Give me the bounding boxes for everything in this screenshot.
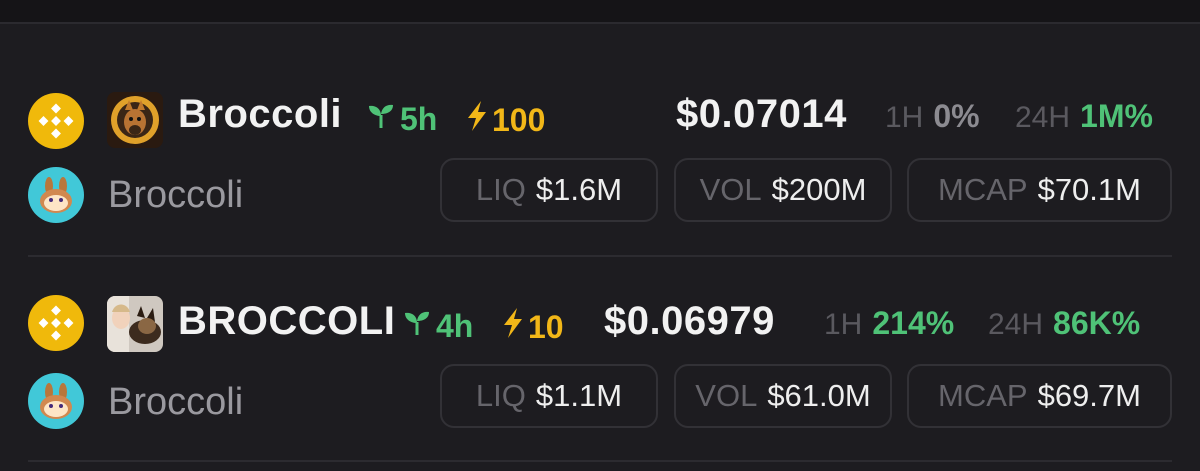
bnb-chain-icon xyxy=(28,93,84,149)
token-age-value: 5h xyxy=(400,100,438,137)
pancakeswap-icon xyxy=(28,373,84,429)
mcap-pill[interactable]: MCAP $70.1M xyxy=(907,158,1172,222)
token-row[interactable]: Broccoli 5h 100 $0.07014 1H 0% 24H 1M% B… xyxy=(0,70,1200,250)
change-24h-label: 24H xyxy=(1015,101,1071,134)
top-bar xyxy=(0,0,1200,24)
liq-value: $1.6M xyxy=(535,172,623,207)
vol-value: $200M xyxy=(771,172,867,207)
vol-label: VOL xyxy=(695,378,758,413)
token-age: 4h xyxy=(402,307,473,345)
change-24h: 24H 86K% xyxy=(988,305,1140,342)
token-boost-value: 10 xyxy=(528,308,564,345)
liq-label: LIQ xyxy=(475,172,526,207)
token-age: 5h xyxy=(366,100,437,138)
lightning-icon xyxy=(464,100,490,140)
change-1h-value: 0% xyxy=(933,98,980,134)
mcap-label: MCAP xyxy=(938,172,1028,207)
token-boost-value: 100 xyxy=(492,101,546,138)
token-boost[interactable]: 10 xyxy=(500,307,564,347)
vol-value: $61.0M xyxy=(767,378,871,413)
lightning-icon xyxy=(500,307,526,347)
sprout-icon xyxy=(366,100,396,138)
token-avatar xyxy=(107,92,163,148)
token-name[interactable]: Broccoli xyxy=(178,92,342,137)
change-1h: 1H 214% xyxy=(824,305,954,342)
liquidity-pill[interactable]: LIQ $1.6M xyxy=(440,158,658,222)
change-24h-label: 24H xyxy=(988,308,1044,341)
token-price: $0.07014 xyxy=(676,92,847,136)
change-1h-value: 214% xyxy=(872,305,955,341)
mcap-value: $70.1M xyxy=(1037,172,1141,207)
volume-pill[interactable]: VOL $200M xyxy=(674,158,892,222)
token-age-value: 4h xyxy=(436,307,474,344)
liquidity-pill[interactable]: LIQ $1.1M xyxy=(440,364,658,428)
change-24h: 24H 1M% xyxy=(1015,98,1153,135)
volume-pill[interactable]: VOL $61.0M xyxy=(674,364,892,428)
change-24h-value: 86K% xyxy=(1053,305,1141,341)
sprout-icon xyxy=(402,307,432,345)
token-price: $0.06979 xyxy=(604,299,775,343)
change-1h: 1H 0% xyxy=(885,98,980,135)
pancakeswap-icon xyxy=(28,167,84,223)
vol-label: VOL xyxy=(699,172,762,207)
liq-value: $1.1M xyxy=(535,378,623,413)
change-1h-label: 1H xyxy=(885,101,924,134)
dex-name: Broccoli xyxy=(108,174,244,216)
token-name[interactable]: BROCCOLI xyxy=(178,299,395,344)
mcap-label: MCAP xyxy=(938,378,1028,413)
liq-label: LIQ xyxy=(475,378,526,413)
change-24h-value: 1M% xyxy=(1080,98,1153,134)
row-divider xyxy=(28,460,1172,462)
mcap-pill[interactable]: MCAP $69.7M xyxy=(907,364,1172,428)
mcap-value: $69.7M xyxy=(1037,378,1141,413)
token-boost[interactable]: 100 xyxy=(464,100,545,140)
change-1h-label: 1H xyxy=(824,308,863,341)
dex-name: Broccoli xyxy=(108,381,244,423)
token-row[interactable]: BROCCOLI 4h 10 $0.06979 1H 214% 24H 86K%… xyxy=(0,275,1200,455)
bnb-chain-icon xyxy=(28,295,84,351)
row-divider xyxy=(28,255,1172,257)
token-avatar xyxy=(107,296,163,352)
